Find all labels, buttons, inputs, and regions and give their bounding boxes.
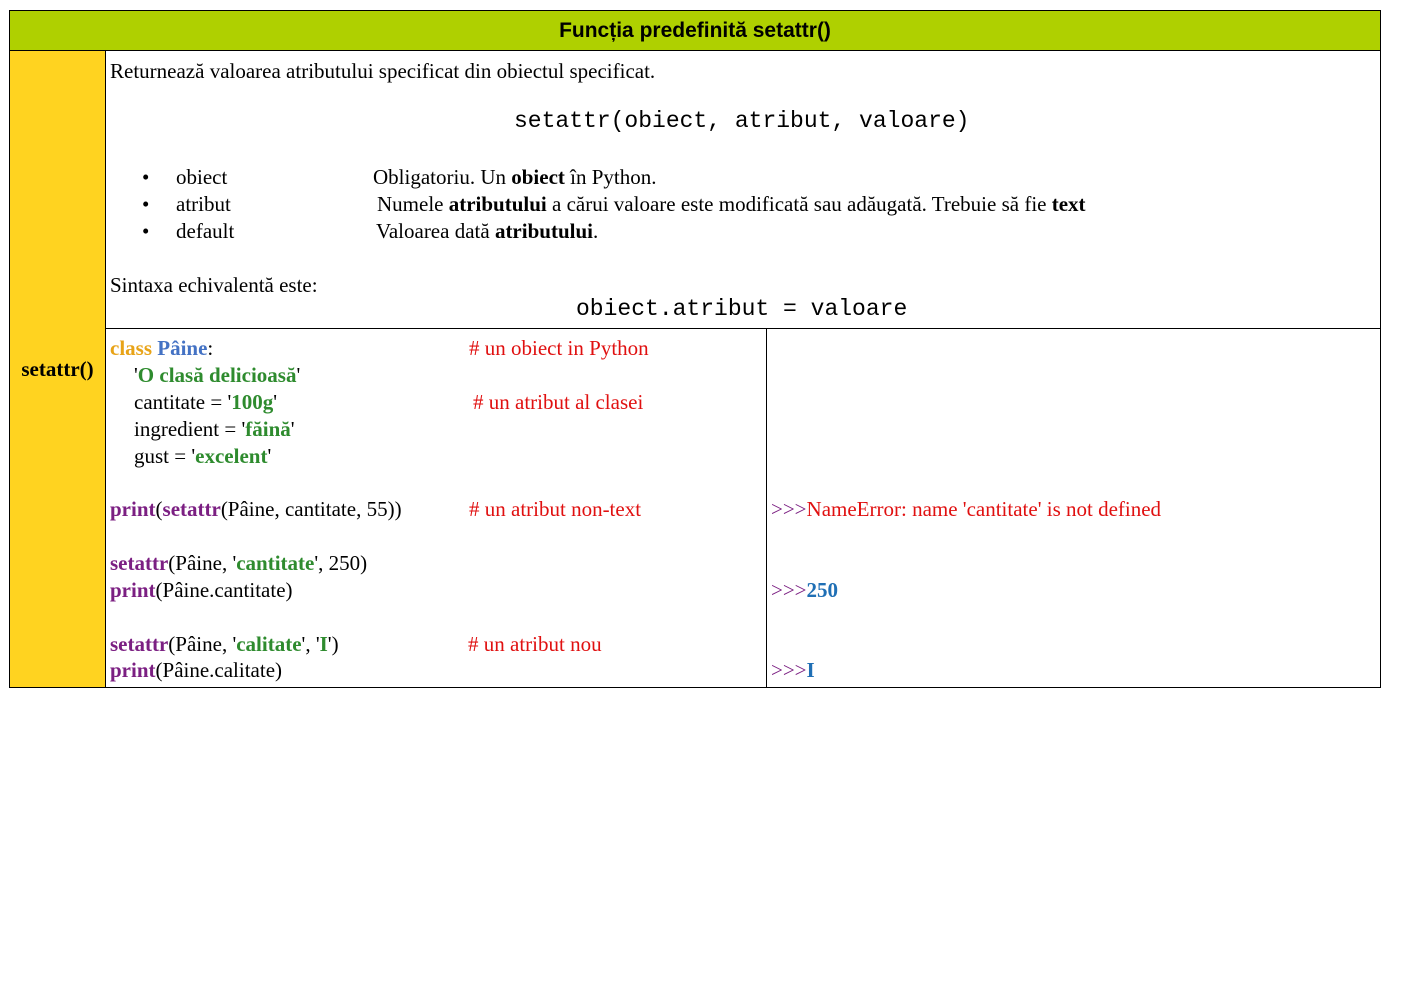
code-line: print(Pâine.cantitate) [110,578,293,602]
param-desc: Obligatoriu. Un obiect în Python. [373,165,657,189]
code-line: setattr(Pâine, 'calitate', 'I') [110,632,339,656]
content-area: Returnează valoarea atributului specific… [106,51,1380,687]
equiv-syntax: obiect.atribut = valoare [576,296,908,322]
code-line: gust = 'excelent' [134,444,272,468]
param-desc: Valoarea dată atributului. [376,219,599,243]
code-line: print(setattr(Pâine, cantitate, 55)) [110,497,402,521]
code-comment: # un atribut nou [468,632,602,656]
syntax-text: setattr(obiect, atribut, valoare) [514,108,970,134]
param-name: atribut [176,192,231,216]
code-line: print(Pâine.calitate) [110,658,283,682]
intro-text: Returnează valoarea atributului specific… [110,59,656,83]
output-line: >>>NameError: name 'cantitate' is not de… [771,497,1162,521]
code-line: setattr(Pâine, 'cantitate', 250) [110,551,368,575]
code-cell: class Pâine: # un obiect in Python 'O cl… [106,329,767,687]
equiv-label: Sintaxa echivalentă este: [110,273,318,297]
bullet-icon: • [142,192,150,216]
code-comment: # un atribut al clasei [473,390,644,414]
function-table: Funcția predefinită setattr() setattr() … [9,10,1381,688]
description-cell: Returnează valoarea atributului specific… [106,51,1380,329]
output-cell: >>>NameError: name 'cantitate' is not de… [767,329,1380,687]
code-comment: # un obiect in Python [469,336,649,360]
param-desc: Numele atributului a cărui valoare este … [377,192,1086,216]
table-body: setattr() Returnează valoarea atributulu… [10,51,1380,687]
function-name-cell: setattr() [10,51,106,687]
code-line: 'O clasă delicioasă' [134,363,301,387]
code-line: cantitate = '100g' [134,390,278,414]
example-row: class Pâine: # un obiect in Python 'O cl… [106,329,1380,687]
param-name: obiect [176,165,228,189]
bullet-icon: • [142,165,150,189]
bullet-icon: • [142,219,150,243]
code-line: class Pâine: [110,336,214,360]
output-line: >>>I [771,658,815,682]
output-line: >>>250 [771,578,839,602]
table-title: Funcția predefinită setattr() [10,11,1380,51]
param-name: default [176,219,235,243]
code-line: ingredient = 'făină' [134,417,295,441]
code-comment: # un atribut non-text [469,497,642,521]
